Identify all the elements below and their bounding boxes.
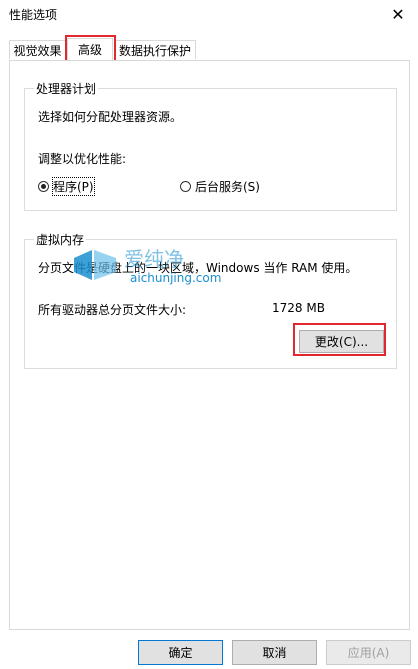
radio-programs-label: 程序(P) [52, 177, 95, 196]
radio-programs[interactable]: 程序(P) [38, 177, 95, 196]
virtual-memory-legend: 虚拟内存 [34, 231, 87, 248]
cancel-button-label: 取消 [262, 646, 287, 660]
change-button[interactable]: 更改(C)... [299, 330, 384, 353]
close-button[interactable]: ✕ [384, 2, 412, 26]
radio-unchecked-icon [180, 181, 191, 192]
window-title: 性能选项 [9, 8, 58, 22]
virtual-memory-description: 分页文件是硬盘上的一块区域，Windows 当作 RAM 使用。 [38, 261, 358, 275]
processor-scheduling-legend: 处理器计划 [34, 80, 99, 97]
tab-label: 高级 [77, 43, 102, 57]
tab-advanced[interactable]: 高级 [67, 38, 113, 60]
apply-button: 应用(A) [326, 640, 411, 665]
processor-description: 选择如何分配处理器资源。 [38, 110, 183, 124]
cancel-button[interactable]: 取消 [232, 640, 317, 665]
radio-services-label: 后台服务(S) [195, 180, 260, 194]
processor-scheduling-group: 处理器计划 选择如何分配处理器资源。 调整以优化性能: 程序(P) 后台服务(S… [24, 80, 397, 211]
tab-visual-effects[interactable]: 视觉效果 [9, 40, 66, 59]
tab-label: 视觉效果 [13, 43, 62, 58]
apply-button-label: 应用(A) [347, 646, 390, 660]
radio-background-services[interactable]: 后台服务(S) [180, 178, 260, 195]
change-button-label: 更改(C)... [314, 335, 369, 349]
total-paging-size-value: 1728 MB [272, 301, 325, 315]
ok-button[interactable]: 确定 [138, 640, 223, 665]
tab-data-execution-prevention[interactable]: 数据执行保护 [114, 40, 196, 59]
virtual-memory-group: 虚拟内存 分页文件是硬盘上的一块区域，Windows 当作 RAM 使用。 所有… [24, 231, 397, 369]
performance-options-dialog: 性能选项 ✕ 视觉效果 高级 数据执行保护 处理器计划 选择如何分配处理器资源。… [0, 0, 418, 669]
adjust-for-label: 调整以优化性能: [38, 152, 127, 166]
tab-panel-advanced: 处理器计划 选择如何分配处理器资源。 调整以优化性能: 程序(P) 后台服务(S… [9, 60, 410, 630]
tab-label: 数据执行保护 [118, 43, 191, 58]
radio-checked-icon [38, 181, 49, 192]
ok-button-label: 确定 [168, 646, 193, 660]
title-bar: 性能选项 ✕ [0, 0, 418, 30]
tab-strip: 视觉效果 高级 数据执行保护 [9, 38, 409, 60]
close-icon: ✕ [391, 4, 405, 24]
total-paging-size-label: 所有驱动器总分页文件大小: [38, 303, 187, 317]
